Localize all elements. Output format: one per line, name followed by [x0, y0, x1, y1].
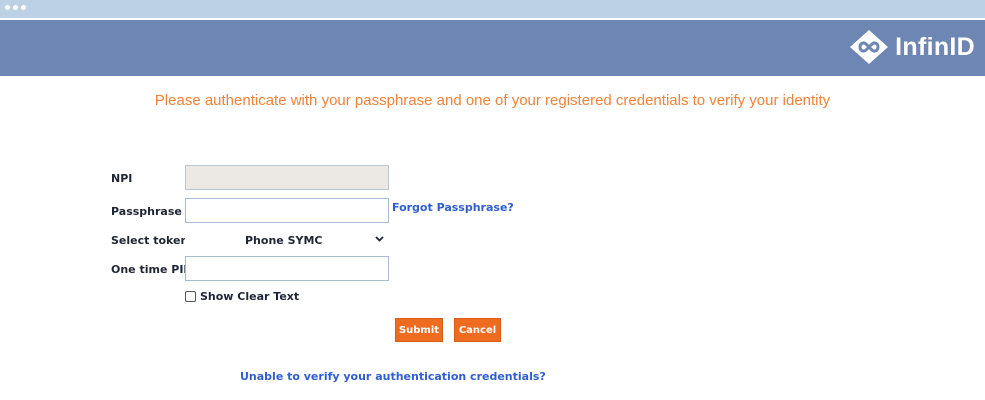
unable-to-verify-link[interactable]: Unable to verify your authentication cre… [240, 370, 546, 383]
one-time-pin-label: One time PIN [111, 263, 193, 276]
browser-top-strip [0, 0, 985, 18]
npi-label: NPI [111, 172, 133, 185]
window-dots [5, 5, 26, 10]
show-clear-text-label: Show Clear Text [200, 290, 300, 303]
submit-button[interactable]: Submit [395, 318, 443, 342]
npi-field[interactable] [185, 165, 389, 190]
dot-icon [13, 5, 18, 10]
passphrase-label: Passphrase [111, 205, 182, 218]
header-bar: InfinID [0, 20, 985, 76]
cancel-button[interactable]: Cancel [454, 318, 501, 342]
dot-icon [21, 5, 26, 10]
token-selected-value: Phone SYMC [245, 234, 323, 247]
dot-icon [5, 5, 10, 10]
select-token-label: Select token [111, 234, 189, 247]
page-headline: Please authenticate with your passphrase… [154, 92, 831, 109]
passphrase-field[interactable] [185, 198, 389, 223]
show-clear-text-checkbox[interactable] [185, 291, 196, 302]
infinity-diamond-icon [849, 29, 889, 65]
show-clear-text-row[interactable]: Show Clear Text [185, 290, 299, 303]
token-select[interactable]: Phone SYMC [185, 232, 389, 250]
forgot-passphrase-link[interactable]: Forgot Passphrase? [392, 201, 514, 214]
logo-text: InfinID [895, 32, 975, 61]
one-time-pin-field[interactable] [185, 256, 389, 281]
infinid-logo: InfinID [849, 28, 975, 66]
chevron-down-icon [374, 233, 385, 247]
